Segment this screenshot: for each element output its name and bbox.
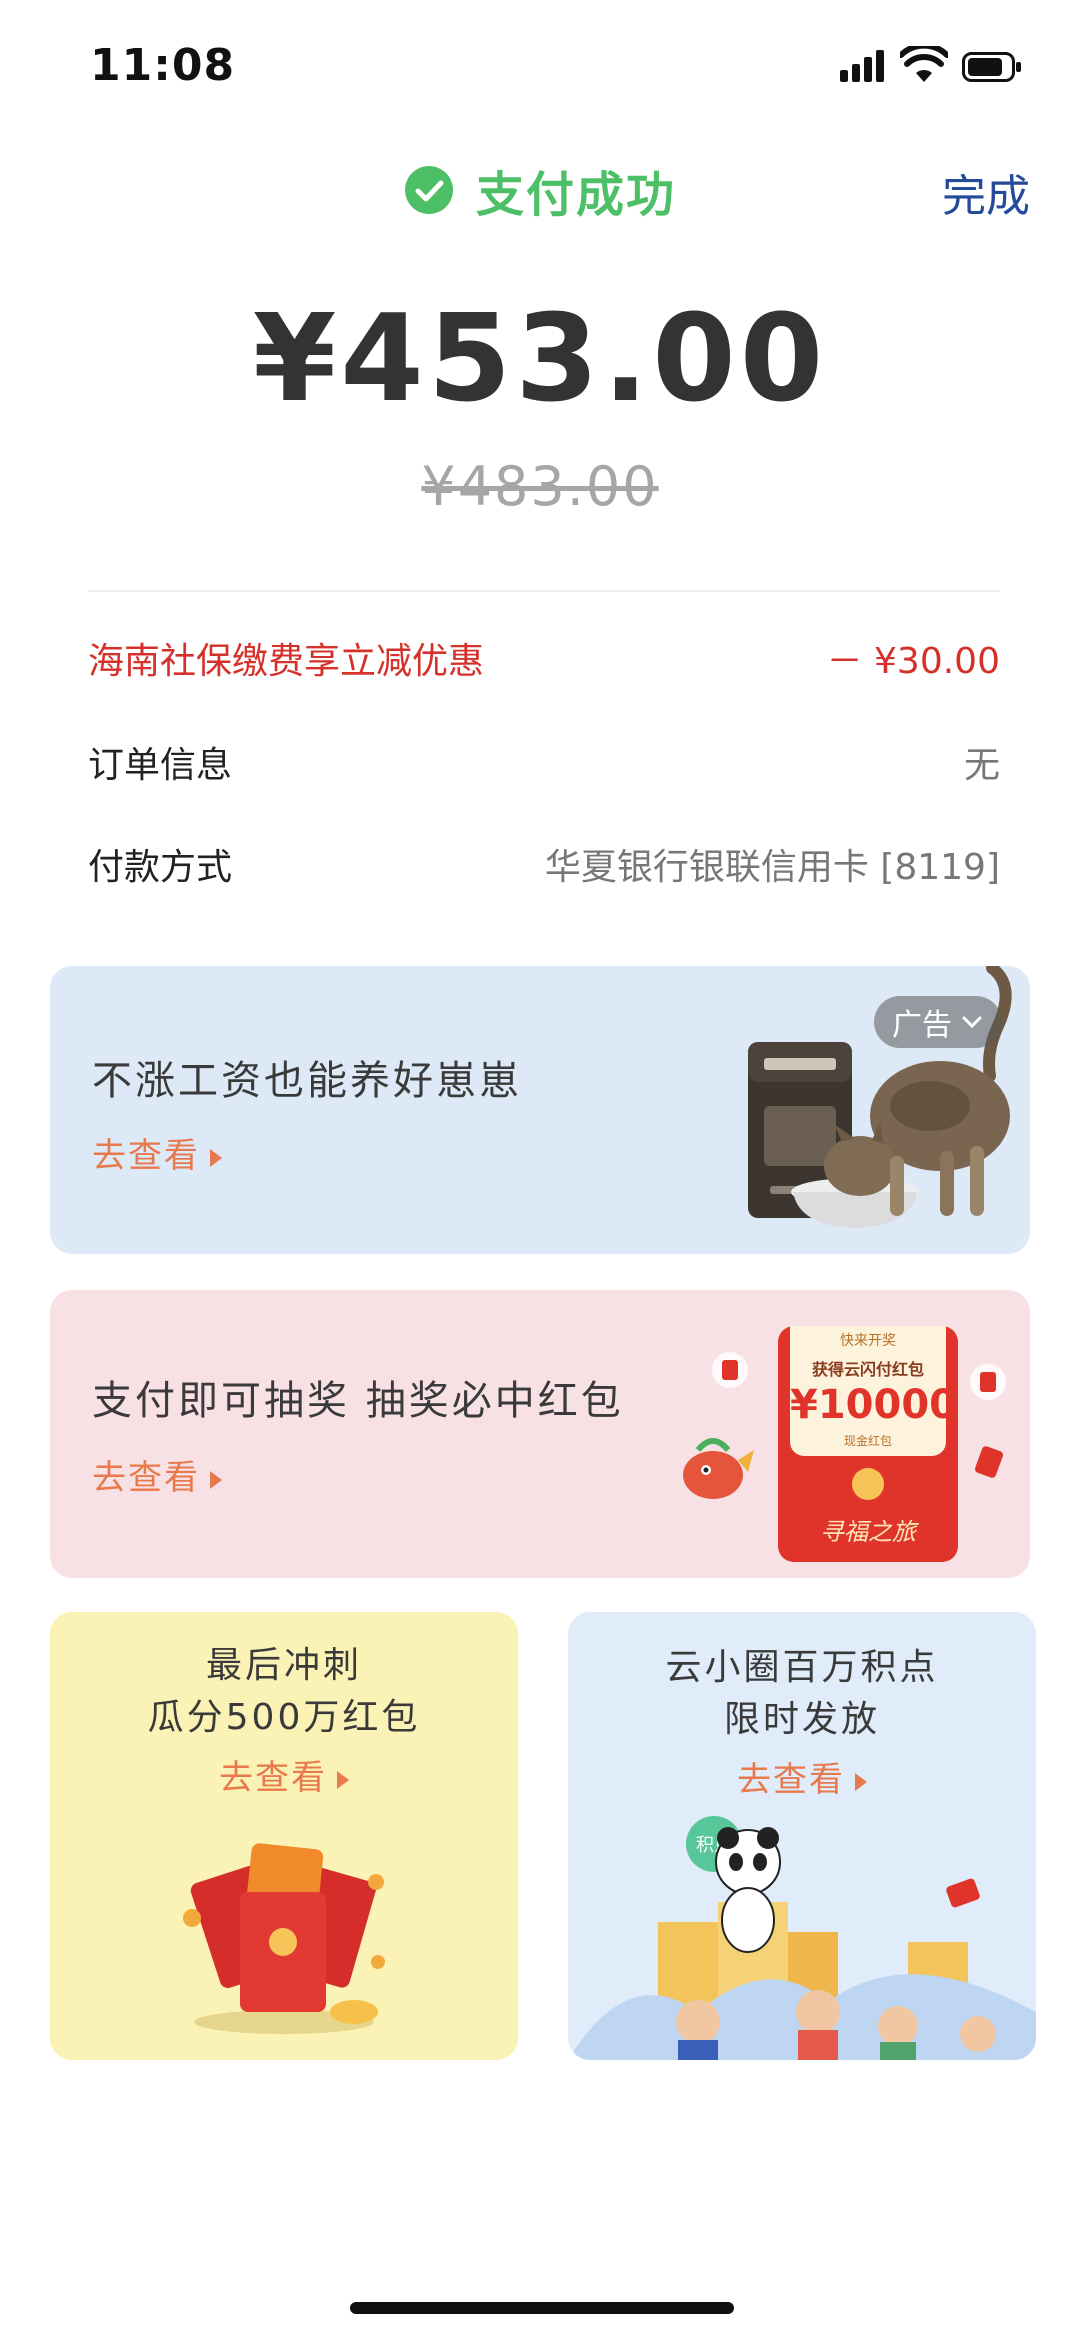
payment-method-value: 华夏银行银联信用卡 [8119]: [544, 847, 1000, 888]
page-title: 支付成功: [475, 167, 676, 223]
done-button[interactable]: 完成: [942, 160, 1030, 224]
ad-title-line-2: 瓜分500万红包: [147, 1697, 421, 1738]
battery-icon: [962, 52, 1021, 82]
ad-title: 不涨工资也能养好崽崽: [92, 1058, 522, 1104]
ad-title: 支付即可抽奖 抽奖必中红包: [92, 1378, 624, 1424]
discount-value: － ¥30.00: [826, 641, 1000, 682]
red-packet-title: 获得云闪付红包: [811, 1360, 924, 1379]
red-packet-seal: [852, 1468, 884, 1500]
view-link-label: 去查看: [737, 1760, 845, 1800]
divider: [88, 590, 1000, 592]
red-packet-top-label: 快来开奖: [840, 1333, 896, 1349]
success-check-icon: [404, 166, 453, 214]
discount-row: 海南社保缴费享立减优惠 － ¥30.00: [88, 632, 1000, 684]
ad-label-toggle[interactable]: 广告: [874, 996, 1002, 1048]
red-packet-card: 快来开奖 获得云闪付红包 ¥10000 现金红包: [790, 1326, 957, 1456]
ad-card-points[interactable]: 云小圈百万积点 限时发放 去查看 积点: [568, 1612, 1036, 2060]
payment-method-label: 付款方式: [88, 847, 233, 888]
home-indicator[interactable]: [350, 2302, 734, 2314]
payment-method-row: 付款方式 华夏银行银联信用卡 [8119]: [88, 838, 1000, 890]
order-info-row[interactable]: 订单信息 无: [88, 736, 1000, 788]
red-packet-brand: 寻福之旅: [820, 1518, 916, 1546]
ad-card-pet-food[interactable]: 不涨工资也能养好崽崽 去查看 广告: [50, 966, 1030, 1254]
paid-amount: ¥453.00: [252, 290, 828, 429]
ad-card-lottery[interactable]: 支付即可抽奖 抽奖必中红包 去查看 快来开奖 获得云闪付红包 ¥10000 现金…: [50, 1290, 1030, 1578]
panda-crowd-image: [568, 1827, 1036, 2060]
ad-card-red-packet-pool[interactable]: 最后冲刺 瓜分500万红包 去查看: [50, 1612, 518, 2060]
red-packet-amount: ¥10000: [790, 1382, 957, 1428]
cellular-signal-icon: [840, 48, 888, 82]
view-link[interactable]: 去查看: [568, 1752, 1036, 1801]
chevron-down-icon: [962, 1016, 982, 1029]
discount-label: 海南社保缴费享立减优惠: [88, 641, 485, 682]
ad-title-line-1: 最后冲刺: [205, 1645, 362, 1686]
original-amount: ¥483.00: [421, 455, 659, 518]
play-arrow-icon: [855, 1772, 867, 1791]
payment-success-header: 支付成功: [0, 155, 1080, 225]
order-info-value: 无: [963, 745, 1000, 786]
status-bar: 11:08: [0, 0, 1080, 130]
wifi-icon: [900, 46, 948, 82]
view-link[interactable]: 去查看: [92, 1450, 222, 1499]
view-link[interactable]: 去查看: [50, 1750, 518, 1799]
play-arrow-icon: [210, 1470, 222, 1489]
view-link-label: 去查看: [219, 1758, 327, 1798]
red-envelopes-image: [183, 1843, 385, 2034]
view-link-label: 去查看: [92, 1136, 200, 1176]
envelope-icon: [712, 1352, 748, 1388]
ad-title-line-2: 限时发放: [723, 1699, 880, 1740]
view-link[interactable]: 去查看: [92, 1128, 222, 1177]
red-packet-sub: 现金红包: [843, 1434, 892, 1448]
order-info-label: 订单信息: [88, 745, 233, 786]
view-link-label: 去查看: [92, 1458, 200, 1498]
play-arrow-icon: [210, 1148, 222, 1167]
status-time: 11:08: [90, 40, 236, 91]
ad-label: 广告: [892, 1008, 952, 1043]
lucky-bird-icon: [683, 1438, 754, 1499]
ad-title-line-1: 云小圈百万积点: [665, 1647, 939, 1688]
envelope-icon: [970, 1364, 1006, 1400]
play-arrow-icon: [337, 1770, 349, 1789]
envelope-icon: [975, 1446, 1003, 1478]
red-packet-image: 快来开奖 获得云闪付红包 ¥10000 现金红包 寻福之旅: [778, 1326, 958, 1562]
